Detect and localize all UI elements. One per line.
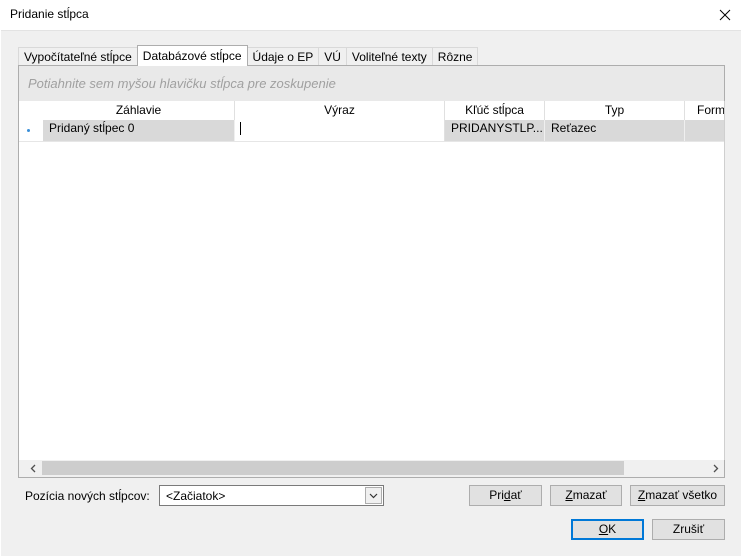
cell-typ[interactable]: Reťazec (545, 120, 685, 141)
position-combobox[interactable]: <Začiatok> (159, 485, 384, 506)
tab-ep-data[interactable]: Údaje o EP (246, 47, 320, 66)
delete-all-button-label: mazať všetko (645, 488, 718, 502)
cancel-button[interactable]: Zrušiť (652, 519, 725, 540)
tab-optional-texts[interactable]: Voliteľné texty (345, 47, 433, 66)
chevron-right-icon (713, 464, 719, 473)
window-title: Pridanie stĺpca (10, 7, 89, 21)
delete-button-label: mazať (572, 488, 607, 502)
cell-vyraz-editor[interactable] (235, 120, 445, 141)
scroll-right-button[interactable] (707, 460, 724, 477)
scroll-left-button[interactable] (25, 460, 42, 477)
ok-button[interactable]: OK (571, 519, 644, 540)
chevron-down-icon (369, 493, 378, 498)
horizontal-scrollbar[interactable] (19, 460, 724, 477)
group-by-panel[interactable]: Potiahnite sem myšou hlavičku stĺpca pre… (19, 66, 724, 101)
title-bar: Pridanie stĺpca (0, 0, 742, 30)
table-row[interactable]: Pridaný stĺpec 0 PRIDANYSTLP... Reťazec (19, 120, 724, 142)
close-icon (719, 9, 731, 21)
tab-panel-database-columns: Potiahnite sem myšou hlavičku stĺpca pre… (18, 65, 725, 478)
tab-computed-columns[interactable]: Vypočítateľné stĺpce (18, 47, 138, 66)
group-by-hint: Potiahnite sem myšou hlavičku stĺpca pre… (28, 76, 336, 91)
ok-button-accesskey: O (598, 522, 609, 536)
position-label: Pozícia nových stĺpcov: (25, 489, 150, 503)
row-indicator-icon (27, 129, 30, 132)
position-dropdown-button[interactable] (365, 487, 382, 504)
cell-kluc[interactable]: PRIDANYSTLP... (445, 120, 545, 141)
add-button[interactable]: Pridať (469, 485, 542, 506)
delete-button[interactable]: Zmazať (550, 485, 622, 506)
add-button-label-post: ať (510, 488, 522, 502)
tab-strip: Vypočítateľné stĺpce Databázové stĺpce Ú… (18, 45, 479, 66)
column-header-zahlavie[interactable]: Záhlavie (43, 101, 235, 120)
dialog-client-area: Vypočítateľné stĺpce Databázové stĺpce Ú… (1, 30, 741, 556)
cancel-button-label: Zrušiť (672, 522, 705, 536)
tab-vu[interactable]: VÚ (318, 47, 347, 66)
column-header-kluc[interactable]: Kľúč stĺpca (445, 101, 545, 120)
position-combobox-value: <Začiatok> (166, 489, 226, 503)
delete-button-accesskey: Z (565, 488, 573, 502)
add-button-accesskey: d (503, 488, 511, 502)
grid-header-row: Záhlavie Výraz Kľúč stĺpca Typ Form (19, 101, 724, 120)
grid-right-edge (724, 101, 725, 460)
chevron-left-icon (30, 464, 36, 473)
column-header-typ[interactable]: Typ (545, 101, 685, 120)
ok-button-label: K (608, 522, 617, 536)
column-header-vyraz[interactable]: Výraz (235, 101, 445, 120)
tab-misc[interactable]: Rôzne (431, 47, 479, 66)
add-button-label-pre: Pri (489, 488, 504, 502)
column-header-format[interactable]: Form (685, 101, 724, 120)
text-caret (240, 122, 241, 135)
delete-all-button[interactable]: Zmazať všetko (630, 485, 725, 506)
cell-zahlavie[interactable]: Pridaný stĺpec 0 (43, 120, 235, 141)
scrollbar-thumb[interactable] (42, 461, 624, 475)
close-button[interactable] (708, 0, 742, 30)
cell-format[interactable] (685, 120, 724, 141)
tab-database-columns[interactable]: Databázové stĺpce (136, 45, 248, 66)
